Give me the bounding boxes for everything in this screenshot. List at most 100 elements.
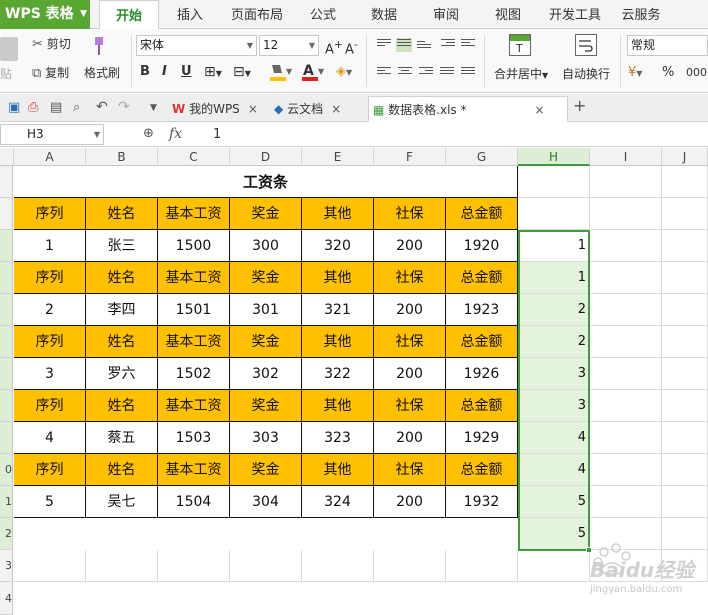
italic-button[interactable]: I (162, 64, 167, 80)
data-cell[interactable]: 303 (230, 422, 302, 454)
number-format-select[interactable]: 常规 (627, 35, 708, 56)
row-header[interactable] (0, 230, 13, 262)
empty-cell[interactable] (374, 550, 446, 582)
fill-color-icon[interactable]: ▼ (268, 62, 294, 84)
export-pdf-icon[interactable]: ⎙ (28, 100, 38, 116)
header-cell[interactable]: 总金额 (446, 390, 518, 422)
header-cell[interactable]: 其他 (302, 326, 374, 358)
header-cell[interactable]: 社保 (374, 326, 446, 358)
save-icon[interactable]: ▣ (8, 100, 20, 116)
data-cell[interactable]: 200 (374, 486, 446, 518)
tab-review[interactable]: 审阅 (428, 0, 464, 29)
empty-cell[interactable] (86, 550, 158, 582)
font-size-select[interactable]: 12 ▼ (259, 35, 319, 56)
header-cell[interactable]: 总金额 (446, 454, 518, 486)
empty-cell[interactable] (662, 166, 708, 198)
column-header-C[interactable]: C (158, 148, 230, 166)
empty-cell[interactable] (590, 390, 662, 422)
print-preview-icon[interactable]: ⌕ (73, 100, 80, 116)
row-header[interactable] (0, 166, 13, 198)
data-cell[interactable]: 1502 (158, 358, 230, 390)
header-cell[interactable]: 奖金 (230, 454, 302, 486)
quick-access-dropdown-icon[interactable]: ▼ (150, 100, 157, 116)
header-cell[interactable]: 序列 (14, 326, 86, 358)
column-header-I[interactable]: I (590, 148, 662, 166)
header-cell[interactable]: 奖金 (230, 390, 302, 422)
data-cell[interactable]: 1501 (158, 294, 230, 326)
data-cell[interactable]: 3 (14, 358, 86, 390)
data-cell[interactable]: 2 (14, 294, 86, 326)
data-cell[interactable]: 李四 (86, 294, 158, 326)
header-cell[interactable]: 基本工资 (158, 262, 230, 294)
header-cell[interactable]: 其他 (302, 262, 374, 294)
empty-cell[interactable] (590, 262, 662, 294)
empty-cell[interactable] (518, 198, 590, 230)
data-cell[interactable]: 5 (14, 486, 86, 518)
merge-center-button[interactable]: 合并居中▼ (494, 66, 548, 84)
merge-center-icon[interactable]: T (509, 34, 531, 56)
align-top-icon[interactable] (377, 39, 391, 51)
row-header[interactable] (0, 262, 13, 294)
header-cell[interactable]: 总金额 (446, 198, 518, 230)
empty-cell[interactable] (590, 358, 662, 390)
doc-tab-my-wps[interactable]: W 我的WPS × (168, 96, 264, 122)
percent-button[interactable]: % (662, 65, 674, 81)
data-cell[interactable]: 320 (302, 230, 374, 262)
empty-cell[interactable] (662, 326, 708, 358)
decrease-indent-icon[interactable] (441, 39, 455, 51)
function-icon[interactable]: fx (169, 126, 182, 142)
paste-button[interactable]: 贴 (0, 66, 12, 82)
header-cell[interactable]: 社保 (374, 390, 446, 422)
empty-cell[interactable] (662, 486, 708, 518)
empty-cell[interactable] (518, 550, 590, 582)
data-cell[interactable]: 1500 (158, 230, 230, 262)
align-left-icon[interactable] (377, 67, 391, 79)
doc-tab-spreadsheet[interactable]: ▦ 数据表格.xls * × (368, 96, 568, 122)
empty-cell[interactable] (662, 454, 708, 486)
row-header[interactable]: 3 (0, 550, 13, 582)
header-cell[interactable]: 基本工资 (158, 198, 230, 230)
bold-button[interactable]: B (140, 64, 150, 80)
empty-cell[interactable] (158, 550, 230, 582)
data-cell[interactable]: 1920 (446, 230, 518, 262)
row-header[interactable] (0, 326, 13, 358)
paste-icon[interactable] (0, 37, 18, 61)
close-icon[interactable]: × (248, 102, 258, 116)
empty-cell[interactable] (662, 422, 708, 454)
row-header[interactable]: 2 (0, 518, 13, 550)
select-all-corner[interactable] (0, 148, 14, 166)
header-cell[interactable]: 奖金 (230, 198, 302, 230)
header-cell[interactable]: 序列 (14, 198, 86, 230)
name-box[interactable]: H3 ▼ (0, 124, 104, 145)
font-color-icon[interactable]: A ▼ (300, 62, 326, 84)
empty-cell[interactable] (446, 550, 518, 582)
empty-cell[interactable] (590, 422, 662, 454)
empty-cell[interactable] (590, 486, 662, 518)
border-icon[interactable]: ⊞▼ (204, 64, 222, 82)
empty-cell[interactable] (590, 198, 662, 230)
column-header-E[interactable]: E (302, 148, 374, 166)
header-cell[interactable]: 社保 (374, 198, 446, 230)
data-cell[interactable]: 323 (302, 422, 374, 454)
header-cell[interactable]: 奖金 (230, 262, 302, 294)
data-cell[interactable]: 302 (230, 358, 302, 390)
zoom-icon[interactable]: ⊕ (143, 126, 154, 142)
empty-cell[interactable] (662, 390, 708, 422)
redo-icon[interactable]: ↷ (118, 99, 130, 115)
data-cell[interactable]: 1929 (446, 422, 518, 454)
empty-cell[interactable] (590, 166, 662, 198)
wrap-text-icon[interactable] (575, 34, 597, 56)
data-cell[interactable]: 200 (374, 358, 446, 390)
data-cell[interactable]: 罗六 (86, 358, 158, 390)
align-middle-icon[interactable] (396, 38, 412, 52)
header-cell[interactable]: 其他 (302, 198, 374, 230)
data-cell[interactable]: 4 (14, 422, 86, 454)
data-cell[interactable]: 1503 (158, 422, 230, 454)
empty-cell[interactable] (662, 230, 708, 262)
tab-view[interactable]: 视图 (488, 0, 528, 29)
empty-cell[interactable] (14, 550, 86, 582)
empty-cell[interactable] (662, 358, 708, 390)
row-header[interactable] (0, 294, 13, 326)
column-header-A[interactable]: A (14, 148, 86, 166)
header-cell[interactable]: 总金额 (446, 326, 518, 358)
